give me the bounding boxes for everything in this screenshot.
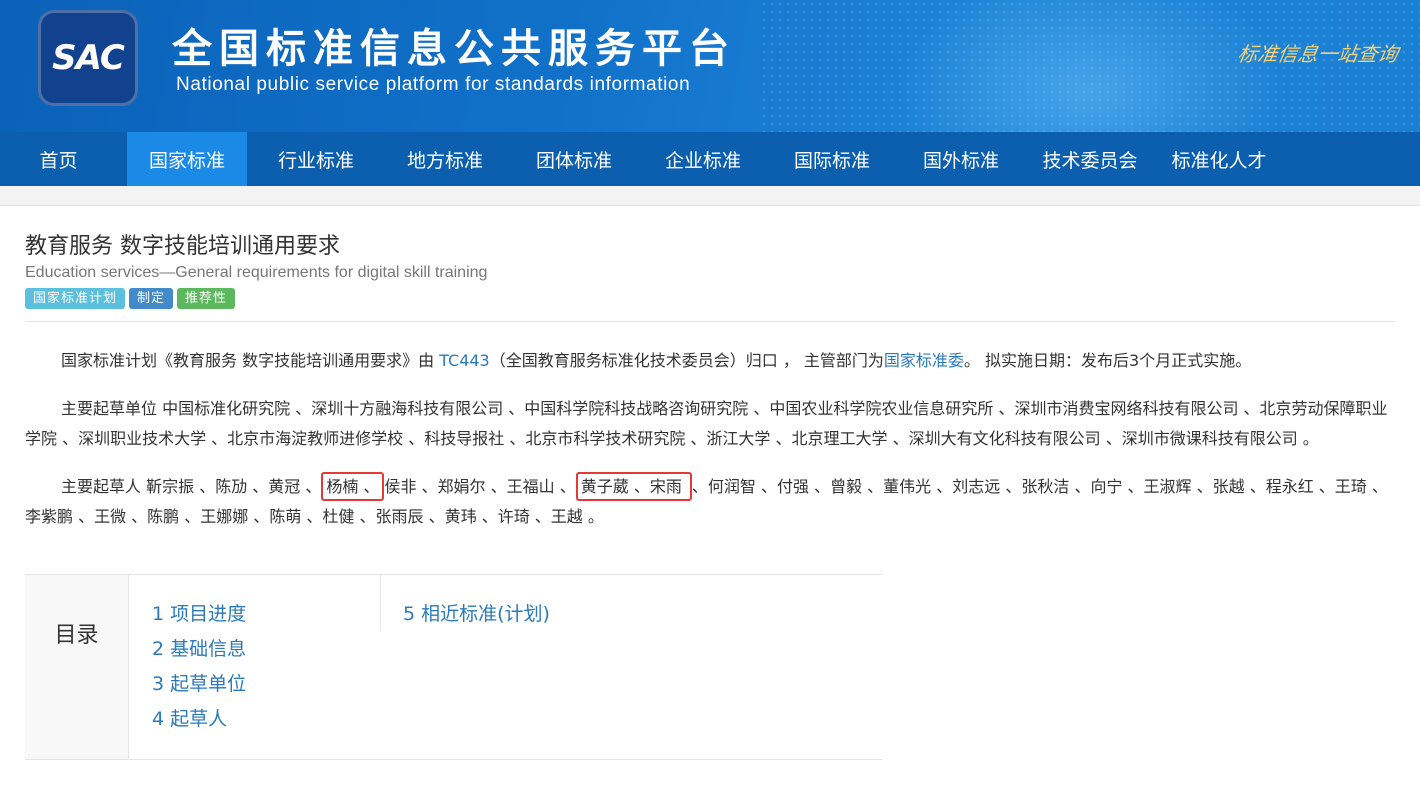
highlight-box-2: 黄子葳 、宋雨 bbox=[575, 472, 692, 501]
toc-column-2: 5 相近标准(计划) bbox=[381, 575, 550, 759]
intro-text-c: 。 拟实施日期：发布后3个月正式实施。 bbox=[963, 351, 1252, 370]
drafters-paragraph: 主要起草人 靳宗振 、陈劢 、黄冠 、杨楠 、侯非 、郑娟尔 、王福山 、黄子葳… bbox=[25, 472, 1395, 532]
standard-title: 教育服务 数字技能培训通用要求 bbox=[25, 234, 340, 259]
nav-enterprise-standards[interactable]: 企业标准 bbox=[643, 132, 763, 186]
main-content: 教育服务 数字技能培训通用要求 Education services—Gener… bbox=[0, 228, 1420, 760]
toc-link-similar-standards[interactable]: 5 相近标准(计划) bbox=[403, 597, 550, 632]
tag-recommended: 推荐性 bbox=[177, 288, 236, 309]
drafters-label: 主要起草人 bbox=[61, 477, 142, 496]
department-link[interactable]: 国家标准委 bbox=[884, 351, 964, 370]
table-of-contents: 目录 1 项目进度 2 基础信息 3 起草单位 4 起草人 5 相近标准(计划) bbox=[25, 574, 882, 760]
nav-international-standards[interactable]: 国际标准 bbox=[763, 132, 901, 186]
intro-text-a: 国家标准计划《教育服务 数字技能培训通用要求》由 bbox=[61, 351, 440, 370]
intro-paragraph: 国家标准计划《教育服务 数字技能培训通用要求》由 TC443（全国教育服务标准化… bbox=[25, 346, 1395, 376]
toc-columns: 1 项目进度 2 基础信息 3 起草单位 4 起草人 5 相近标准(计划) bbox=[129, 575, 550, 759]
nav-local-standards[interactable]: 地方标准 bbox=[385, 132, 505, 186]
drafters-list-a: 靳宗振 、陈劢 、黄冠 、 bbox=[141, 477, 322, 496]
drafting-units-list: 中国标准化研究院 、深圳十方融海科技有限公司 、中国科学院科技战略咨询研究院 、… bbox=[25, 399, 1388, 448]
highlight-box-1: 杨楠 、 bbox=[321, 472, 385, 501]
nav-group-standards[interactable]: 团体标准 bbox=[505, 132, 643, 186]
status-tags: 国家标准计划 制定 推荐性 bbox=[25, 288, 1395, 309]
site-subtitle: National public service platform for sta… bbox=[176, 74, 691, 95]
nav-technical-committees[interactable]: 技术委员会 bbox=[1021, 132, 1159, 186]
sac-logo[interactable]: SAC bbox=[38, 10, 138, 106]
drafting-units-paragraph: 主要起草单位 中国标准化研究院 、深圳十方融海科技有限公司 、中国科学院科技战略… bbox=[25, 394, 1395, 454]
slogan: 标准信息一站查询 bbox=[1235, 42, 1400, 66]
tc443-link[interactable]: TC443 bbox=[439, 351, 490, 370]
drafters-list-b: 侯非 、郑娟尔 、王福山 、 bbox=[384, 477, 576, 496]
tag-national-plan: 国家标准计划 bbox=[25, 288, 126, 309]
toc-link-drafters[interactable]: 4 起草人 bbox=[152, 702, 380, 737]
drafting-units-label: 主要起草单位 bbox=[61, 399, 158, 418]
logo-text: SAC bbox=[52, 38, 125, 78]
tag-formulate: 制定 bbox=[129, 288, 174, 309]
nav-standardization-talent[interactable]: 标准化人才 bbox=[1159, 132, 1279, 186]
nav-foreign-standards[interactable]: 国外标准 bbox=[901, 132, 1021, 186]
site-title: 全国标准信息公共服务平台 bbox=[172, 26, 736, 72]
header-banner: SAC 全国标准信息公共服务平台 National public service… bbox=[0, 0, 1420, 132]
standard-english-title: Education services—General requirements … bbox=[25, 264, 488, 281]
nav-industry-standards[interactable]: 行业标准 bbox=[247, 132, 385, 186]
toc-label: 目录 bbox=[25, 575, 129, 759]
title-divider bbox=[25, 321, 1395, 322]
toc-link-progress[interactable]: 1 项目进度 bbox=[152, 597, 380, 632]
nav-national-standards[interactable]: 国家标准 bbox=[127, 132, 247, 186]
intro-text-b: （全国教育服务标准化技术委员会）归口 ， 主管部门为 bbox=[489, 351, 884, 370]
toc-link-basic-info[interactable]: 2 基础信息 bbox=[152, 632, 380, 667]
nav-shadow-strip bbox=[0, 186, 1420, 206]
main-nav: 首页 国家标准 行业标准 地方标准 团体标准 企业标准 国际标准 国外标准 技术… bbox=[0, 132, 1420, 186]
toc-link-drafting-units[interactable]: 3 起草单位 bbox=[152, 667, 380, 702]
nav-home[interactable]: 首页 bbox=[0, 132, 117, 186]
toc-column-1: 1 项目进度 2 基础信息 3 起草单位 4 起草人 bbox=[129, 575, 381, 730]
